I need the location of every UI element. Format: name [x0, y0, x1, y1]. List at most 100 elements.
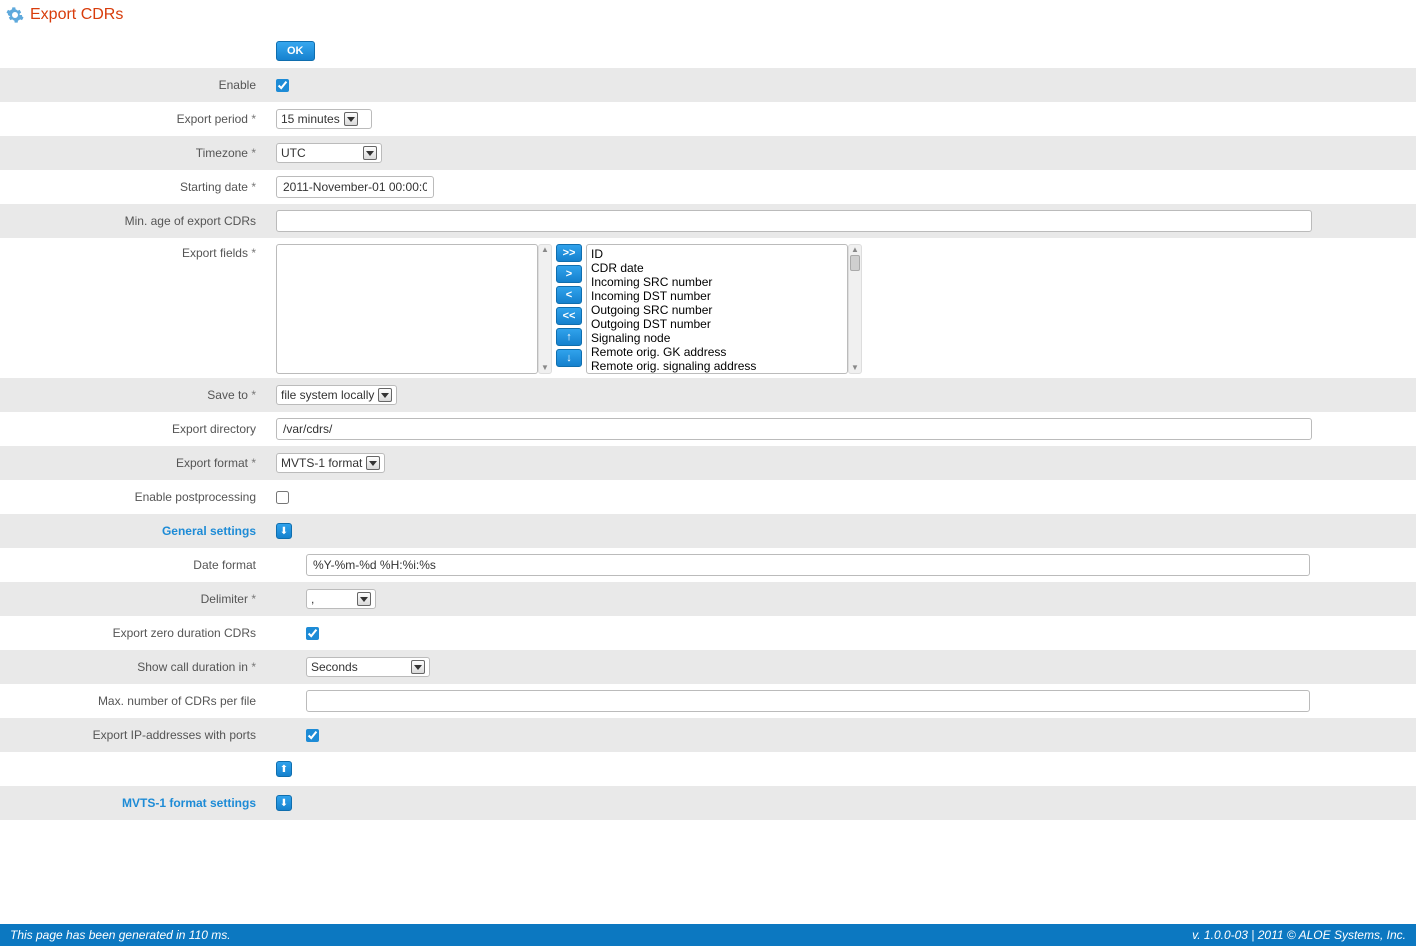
row-max-per-file: Max. number of CDRs per file: [0, 684, 1416, 718]
available-fields-panel: ID CDR date Incoming SRC number Incoming…: [586, 244, 862, 374]
starting-date-input[interactable]: [276, 176, 434, 198]
label-starting-date: Starting date: [0, 180, 268, 194]
section-mvts1-settings: MVTS-1 format settings: [0, 796, 268, 810]
move-all-left-button[interactable]: <<: [556, 307, 582, 325]
row-show-call-duration: Show call duration in Seconds: [0, 650, 1416, 684]
row-delimiter: Delimiter ,: [0, 582, 1416, 616]
list-item[interactable]: Outgoing DST number: [591, 317, 843, 331]
label-export-format: Export format: [0, 456, 268, 470]
chevron-down-icon: [366, 456, 380, 470]
move-down-button[interactable]: ↓: [556, 349, 582, 367]
row-export-format: Export format MVTS-1 format: [0, 446, 1416, 480]
list-item[interactable]: ID: [591, 247, 843, 261]
row-export-period: Export period 15 minutes: [0, 102, 1416, 136]
footer-right: v. 1.0.0-03 | 2011 © ALOE Systems, Inc.: [1192, 928, 1406, 942]
export-directory-input[interactable]: [276, 418, 1312, 440]
collapse-down-icon[interactable]: ⬇: [276, 523, 292, 539]
selected-fields-list[interactable]: [276, 244, 538, 374]
list-item[interactable]: Signaling node: [591, 331, 843, 345]
row-general-settings: General settings ⬇: [0, 514, 1416, 548]
show-call-duration-value: Seconds: [311, 660, 407, 674]
max-per-file-input[interactable]: [306, 690, 1310, 712]
row-mvts1-settings: MVTS-1 format settings ⬇: [0, 786, 1416, 820]
list-item[interactable]: Remote orig. GK address: [591, 345, 843, 359]
list-item[interactable]: Outgoing SRC number: [591, 303, 843, 317]
label-enable-postprocessing: Enable postprocessing: [0, 490, 268, 504]
export-period-select[interactable]: 15 minutes: [276, 109, 372, 129]
scroll-thumb[interactable]: [850, 255, 860, 271]
row-date-format: Date format: [0, 548, 1416, 582]
footer-left: This page has been generated in 110 ms.: [10, 928, 231, 942]
expand-down-icon[interactable]: ⬇: [276, 795, 292, 811]
export-format-select[interactable]: MVTS-1 format: [276, 453, 385, 473]
label-export-zero: Export zero duration CDRs: [0, 626, 268, 640]
row-enable: Enable: [0, 68, 1416, 102]
label-timezone: Timezone: [0, 146, 268, 160]
label-date-format: Date format: [0, 558, 268, 572]
label-save-to: Save to: [0, 388, 268, 402]
ok-button[interactable]: OK: [276, 41, 315, 61]
export-format-value: MVTS-1 format: [281, 456, 362, 470]
export-zero-checkbox[interactable]: [306, 627, 319, 640]
section-general-settings: General settings: [0, 524, 268, 538]
save-to-select[interactable]: file system locally: [276, 385, 397, 405]
dual-list: ▲ ▼ >> > < << ↑ ↓ ID CDR date Incoming S…: [276, 244, 862, 374]
row-export-zero: Export zero duration CDRs: [0, 616, 1416, 650]
page-title: Export CDRs: [30, 6, 123, 24]
list-item[interactable]: Incoming SRC number: [591, 275, 843, 289]
page-header: Export CDRs: [0, 0, 1416, 34]
gear-icon: [6, 6, 24, 24]
scroll-down-icon: ▼: [541, 363, 549, 373]
move-up-button[interactable]: ↑: [556, 328, 582, 346]
row-export-directory: Export directory: [0, 412, 1416, 446]
enable-checkbox[interactable]: [276, 79, 289, 92]
scroll-up-icon: ▲: [851, 245, 859, 255]
show-call-duration-select[interactable]: Seconds: [306, 657, 430, 677]
chevron-down-icon: [378, 388, 392, 402]
row-min-age: Min. age of export CDRs: [0, 204, 1416, 238]
list-item[interactable]: Incoming DST number: [591, 289, 843, 303]
move-right-button[interactable]: >: [556, 265, 582, 283]
scrollbar[interactable]: ▲ ▼: [848, 244, 862, 374]
available-fields-list[interactable]: ID CDR date Incoming SRC number Incoming…: [586, 244, 848, 374]
label-export-fields: Export fields: [0, 244, 268, 260]
label-enable: Enable: [0, 78, 268, 92]
export-ip-ports-checkbox[interactable]: [306, 729, 319, 742]
timezone-select[interactable]: UTC: [276, 143, 382, 163]
label-export-ip-ports: Export IP-addresses with ports: [0, 728, 268, 742]
chevron-down-icon: [411, 660, 425, 674]
row-enable-postprocessing: Enable postprocessing: [0, 480, 1416, 514]
row-collapse-general: ⬆: [0, 752, 1416, 786]
list-item[interactable]: CDR date: [591, 261, 843, 275]
min-age-input[interactable]: [276, 210, 1312, 232]
label-show-call-duration: Show call duration in: [0, 660, 268, 674]
row-export-fields: Export fields ▲ ▼ >> > < << ↑ ↓: [0, 238, 1416, 378]
chevron-down-icon: [363, 146, 377, 160]
label-max-per-file: Max. number of CDRs per file: [0, 694, 268, 708]
date-format-input[interactable]: [306, 554, 1310, 576]
delimiter-value: ,: [311, 592, 353, 606]
selected-fields-panel: ▲ ▼: [276, 244, 552, 374]
row-export-ip-ports: Export IP-addresses with ports: [0, 718, 1416, 752]
chevron-down-icon: [357, 592, 371, 606]
save-to-value: file system locally: [281, 388, 374, 402]
timezone-value: UTC: [281, 146, 359, 160]
enable-postprocessing-checkbox[interactable]: [276, 491, 289, 504]
scroll-up-icon: ▲: [541, 245, 549, 255]
row-save-to: Save to file system locally: [0, 378, 1416, 412]
label-delimiter: Delimiter: [0, 592, 268, 606]
label-min-age: Min. age of export CDRs: [0, 214, 268, 228]
collapse-up-icon[interactable]: ⬆: [276, 761, 292, 777]
move-all-right-button[interactable]: >>: [556, 244, 582, 262]
chevron-down-icon: [344, 112, 358, 126]
delimiter-select[interactable]: ,: [306, 589, 376, 609]
label-export-period: Export period: [0, 112, 268, 126]
page-footer: This page has been generated in 110 ms. …: [0, 924, 1416, 946]
scrollbar[interactable]: ▲ ▼: [538, 244, 552, 374]
row-starting-date: Starting date: [0, 170, 1416, 204]
list-item[interactable]: Remote orig. signaling address: [591, 359, 843, 373]
list-item[interactable]: Remote term. signaling address: [591, 373, 843, 374]
action-row: OK: [0, 34, 1416, 68]
row-timezone: Timezone UTC: [0, 136, 1416, 170]
move-left-button[interactable]: <: [556, 286, 582, 304]
